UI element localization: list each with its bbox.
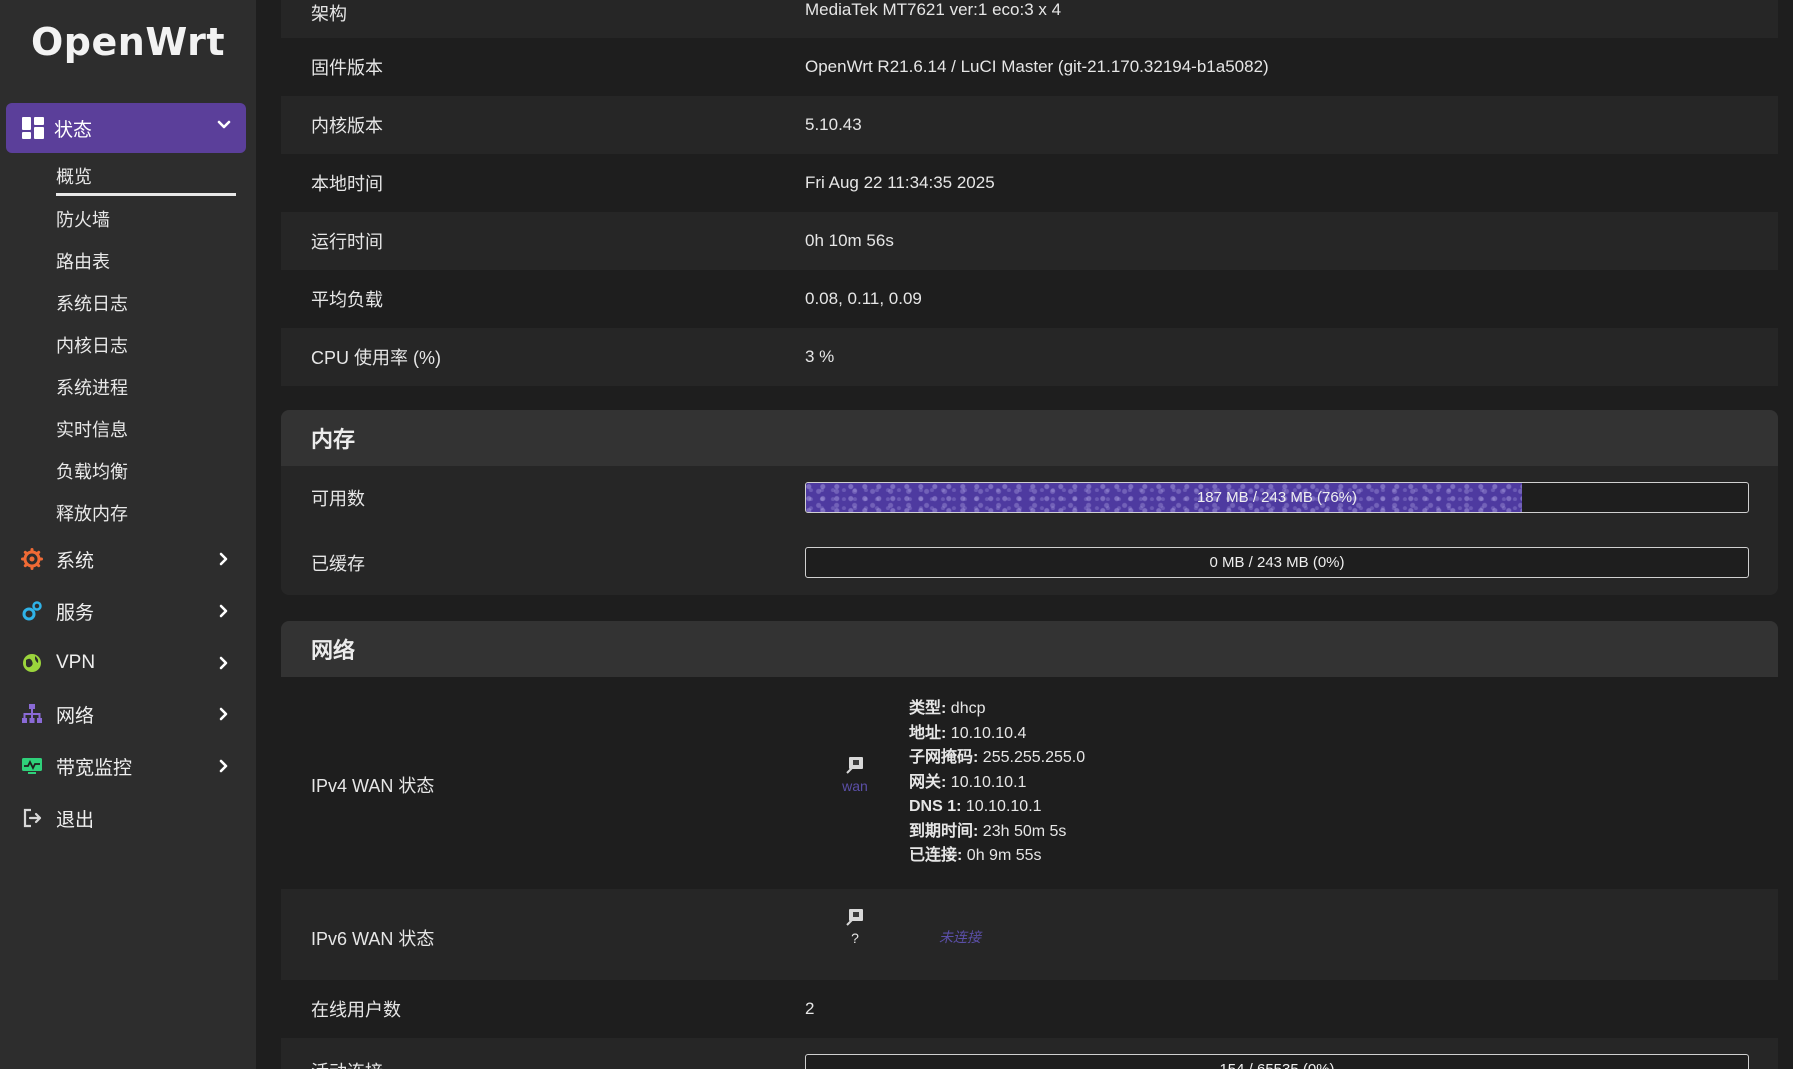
detail-line: DNS 1: 10.10.10.1 (909, 798, 1042, 815)
row-value: 0h 10m 56s (805, 231, 894, 250)
table-row: CPU 使用率 (%) 3 % (281, 328, 1778, 386)
row-value: 2 (805, 999, 815, 1018)
sidebar-item-label: 服务 (56, 602, 95, 624)
sidebar-subitem-routes[interactable]: 路由表 (56, 248, 110, 274)
row-key: 已缓存 (311, 553, 365, 574)
sidebar-item-logout[interactable]: 退出 (20, 800, 246, 836)
row-key: 活动连接 (311, 1058, 383, 1069)
section-title: 内存 (311, 427, 356, 452)
memory-available-progress: 187 MB / 243 MB (76%) (805, 482, 1749, 513)
main-content: 架构 MediaTek MT7621 ver:1 eco:3 x 4 固件版本 … (281, 0, 1778, 1069)
chevron-right-icon (219, 604, 228, 618)
network-icon (20, 702, 44, 726)
sidebar-item-label: VPN (56, 652, 96, 673)
sidebar-subitem-overview[interactable]: 概览 (56, 163, 92, 189)
sidebar-item-bandwidth-monitor[interactable]: 带宽监控 (20, 748, 246, 784)
sidebar-subitem-realtime[interactable]: 实时信息 (56, 416, 128, 442)
sidebar-item-services[interactable]: 服务 (20, 593, 246, 629)
dashboard-icon (22, 117, 44, 139)
progress-text: 154 / 65535 (0%) (806, 1055, 1748, 1069)
sidebar-item-label: 状态 (54, 119, 93, 141)
row-key: 架构 (311, 4, 347, 24)
table-row: 平均负载 0.08, 0.11, 0.09 (281, 270, 1778, 328)
network-section-header: 网络 (281, 621, 1778, 677)
ipv4-wan-details: 类型: dhcp 地址: 10.10.10.4 子网掩码: 255.255.25… (909, 697, 1085, 869)
sidebar-subitem-syslog[interactable]: 系统日志 (56, 290, 128, 316)
row-key: 平均负载 (311, 290, 383, 310)
table-row: 固件版本 OpenWrt R21.6.14 / LuCI Master (git… (281, 38, 1778, 96)
sidebar-subitem-free-memory[interactable]: 释放内存 (56, 500, 128, 526)
gear-icon (20, 547, 44, 571)
row-key: CPU 使用率 (%) (311, 348, 441, 368)
table-row: 内核版本 5.10.43 (281, 96, 1778, 154)
sidebar-item-label: 带宽监控 (56, 757, 133, 779)
row-value: 3 % (805, 347, 835, 366)
chevron-right-icon (219, 707, 228, 721)
chevron-down-icon (217, 120, 231, 129)
table-row: 架构 MediaTek MT7621 ver:1 eco:3 x 4 (281, 0, 1778, 38)
sidebar-item-label: 系统 (56, 550, 95, 572)
openwrt-logo[interactable]: OpenWrt (0, 20, 256, 64)
row-key: IPv4 WAN 状态 (311, 776, 435, 796)
ipv6-status: 未连接 (939, 929, 981, 945)
sidebar-item-label: 退出 (56, 809, 95, 831)
interface-name: ? (851, 930, 859, 946)
ipv6-interface-link[interactable]: ? (835, 907, 875, 946)
interface-name: wan (842, 778, 868, 794)
chevron-right-icon (219, 552, 228, 566)
logout-icon (20, 806, 44, 830)
section-title: 网络 (311, 638, 356, 663)
memory-section-header: 内存 (281, 410, 1778, 466)
sidebar-subitem-firewall[interactable]: 防火墙 (56, 206, 110, 232)
ethernet-port-icon (846, 909, 863, 926)
sidebar-item-system[interactable]: 系统 (20, 541, 246, 577)
sidebar: OpenWrt 状态 概览 防火墙 路由表 系统日志 内核日志 系统进程 实时信… (0, 0, 256, 1069)
active-subitem-underline (56, 193, 236, 196)
detail-line: 网关: 10.10.10.1 (909, 773, 1027, 791)
detail-line: 类型: dhcp (909, 700, 986, 717)
chevron-right-icon (219, 759, 228, 773)
table-row: 可用数 187 MB / 243 MB (76%) (281, 466, 1778, 530)
row-key: 内核版本 (311, 116, 383, 136)
gears-icon (20, 599, 44, 623)
table-row: 已缓存 0 MB / 243 MB (0%) (281, 530, 1778, 595)
row-value: 0.08, 0.11, 0.09 (805, 289, 922, 308)
table-row: 活动连接 154 / 65535 (0%) (281, 1038, 1778, 1069)
progress-text: 0 MB / 243 MB (0%) (1209, 554, 1345, 571)
table-row: 在线用户数 2 (281, 980, 1778, 1038)
table-row: IPv4 WAN 状态 wan 类型: dhcp 地址: 10.10.10.4 … (281, 677, 1778, 889)
monitor-icon (20, 754, 44, 778)
sidebar-subitem-kernel-log[interactable]: 内核日志 (56, 332, 128, 358)
sidebar-item-status[interactable]: 状态 (6, 103, 246, 153)
detail-line: 子网掩码: 255.255.255.0 (909, 749, 1086, 766)
progress-text: 187 MB / 243 MB (76%) (1196, 489, 1358, 506)
active-connections-progress: 154 / 65535 (0%) (805, 1054, 1749, 1069)
row-value: MediaTek MT7621 ver:1 eco:3 x 4 (805, 0, 1062, 19)
wan-interface-link[interactable]: wan (835, 755, 875, 794)
row-value: OpenWrt R21.6.14 / LuCI Master (git-21.1… (805, 57, 1269, 76)
row-key: IPv6 WAN 状态 (311, 929, 435, 949)
sidebar-item-vpn[interactable]: VPN (20, 645, 246, 681)
globe-icon (20, 651, 44, 675)
sidebar-subitem-load-balance[interactable]: 负载均衡 (56, 458, 128, 484)
sidebar-item-network[interactable]: 网络 (20, 696, 246, 732)
table-row: 运行时间 0h 10m 56s (281, 212, 1778, 270)
row-value: 5.10.43 (805, 115, 862, 134)
table-row: 本地时间 Fri Aug 22 11:34:35 2025 (281, 154, 1778, 212)
detail-line: 地址: 10.10.10.4 (909, 724, 1027, 742)
chevron-right-icon (219, 656, 228, 670)
row-key: 在线用户数 (311, 1000, 401, 1020)
row-key: 固件版本 (311, 58, 383, 78)
detail-line: 已连接: 0h 9m 55s (909, 847, 1042, 864)
detail-line: 到期时间: 23h 50m 5s (909, 822, 1067, 840)
table-row: IPv6 WAN 状态 ? 未连接 (281, 889, 1778, 980)
memory-cached-progress: 0 MB / 243 MB (0%) (805, 547, 1749, 578)
row-key: 本地时间 (311, 174, 383, 194)
row-key: 可用数 (311, 489, 365, 509)
row-value: Fri Aug 22 11:34:35 2025 (805, 173, 995, 192)
ethernet-port-icon (846, 757, 863, 774)
row-key: 运行时间 (311, 232, 383, 252)
sidebar-subitem-processes[interactable]: 系统进程 (56, 374, 128, 400)
sidebar-item-label: 网络 (56, 705, 95, 727)
